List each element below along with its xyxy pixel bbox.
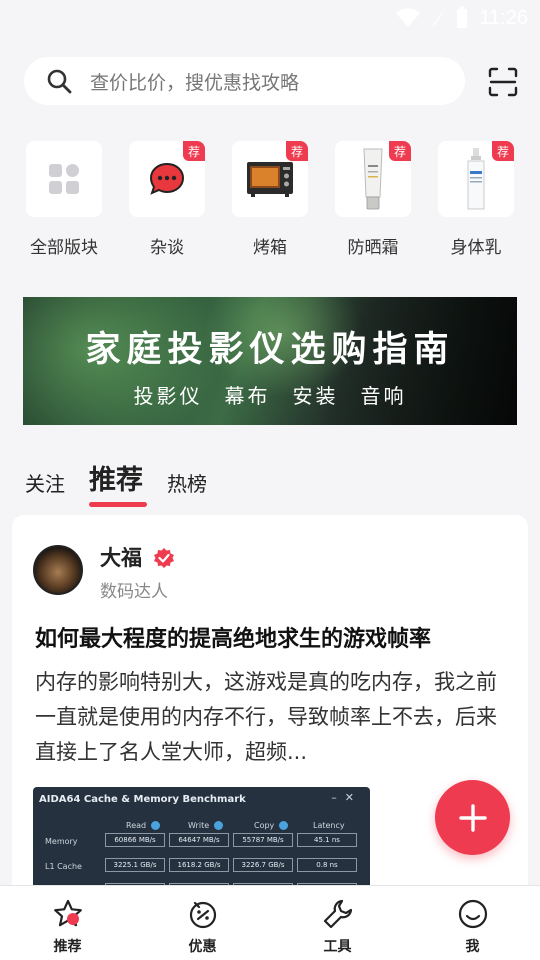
status-icons: 11:26: [395, 6, 528, 30]
avatar[interactable]: [33, 545, 83, 595]
smiley-icon: [458, 899, 487, 929]
active-tab-indicator: [89, 502, 147, 507]
no-signal-icon: [432, 11, 445, 27]
category-label: 身体乳: [450, 238, 502, 258]
category-tile: 荐: [232, 141, 308, 217]
category-body-lotion[interactable]: 荐 身体乳: [437, 141, 515, 258]
benchmark-column-header: Latency: [313, 821, 345, 830]
nav-item-me[interactable]: 我: [405, 886, 540, 960]
benchmark-cell: 3225.1 GB/s: [105, 858, 165, 872]
recommend-badge: 荐: [389, 141, 411, 161]
banner-tag: 音响: [360, 384, 407, 408]
author-name[interactable]: 大福: [100, 542, 142, 572]
bottom-nav: 推荐 优惠 工具 我: [0, 885, 540, 960]
chat-bubble-icon: [149, 162, 185, 195]
category-chat[interactable]: 荐 杂谈: [128, 141, 206, 258]
column-label: Write: [188, 821, 210, 830]
benchmark-cell: 0.8 ns: [297, 858, 357, 872]
nav-item-tools[interactable]: 工具: [270, 886, 405, 960]
benchmark-cell: 64647 MB/s: [169, 833, 229, 847]
benchmark-column-header: Read: [126, 821, 161, 830]
column-label: Latency: [313, 821, 345, 830]
category-tile: 荐: [129, 141, 205, 217]
info-icon: [151, 821, 161, 830]
wifi-icon: [396, 8, 421, 27]
info-icon: [279, 821, 289, 830]
search-placeholder: 查价比价，搜优惠找攻略: [90, 71, 300, 94]
tab-hot-list[interactable]: 热榜: [167, 468, 207, 497]
post-excerpt[interactable]: 内存的影响特别大，这游戏是真的吃内存，我之前一直就是使用的内存不行，导致帧率上不…: [35, 665, 505, 770]
create-post-button[interactable]: [435, 780, 510, 855]
search-row: 查价比价，搜优惠找攻略: [24, 57, 518, 105]
benchmark-cell: 3226.7 GB/s: [233, 858, 293, 872]
status-time: 11:26: [479, 6, 528, 29]
banner-tags: 投影仪 幕布 安装 音响: [23, 380, 517, 409]
benchmark-row-label: Memory: [45, 837, 78, 846]
promo-banner[interactable]: 家庭投影仪选购指南 投影仪 幕布 安装 音响: [23, 297, 517, 425]
post-title[interactable]: 如何最大程度的提高绝地求生的游戏帧率: [35, 621, 515, 653]
coupon-icon: [189, 901, 216, 929]
nav-label: 我: [465, 939, 480, 955]
feed-tabs: 关注 推荐 热榜: [25, 458, 231, 507]
author-role: 数码达人: [100, 582, 168, 602]
category-tile: 荐: [335, 141, 411, 217]
category-label: 全部版块: [30, 238, 98, 258]
nav-item-deals[interactable]: 优惠: [135, 886, 270, 960]
nav-label: 优惠: [188, 939, 217, 955]
banner-tag: 安装: [292, 384, 339, 408]
grid-icon: [49, 164, 79, 194]
benchmark-window-title: AIDA64 Cache & Memory Benchmark: [39, 794, 246, 805]
search-input[interactable]: 查价比价，搜优惠找攻略: [24, 57, 465, 105]
recommend-badge: 荐: [183, 141, 205, 161]
nav-item-recommend[interactable]: 推荐: [0, 886, 135, 960]
nav-label: 推荐: [53, 939, 82, 955]
oven-icon: [247, 162, 293, 197]
plus-icon: [458, 803, 487, 832]
category-all[interactable]: 全部版块: [25, 141, 103, 258]
tab-label: 推荐: [89, 465, 143, 496]
category-tile: 荐: [438, 141, 514, 217]
benchmark-cell: 1618.2 GB/s: [169, 858, 229, 872]
recommend-badge: 荐: [492, 141, 514, 161]
category-label: 烤箱: [253, 238, 287, 258]
category-oven[interactable]: 荐 烤箱: [231, 141, 309, 258]
category-tile: [26, 141, 102, 217]
wrench-icon: [323, 899, 352, 929]
nav-label: 工具: [323, 939, 352, 955]
tab-following[interactable]: 关注: [25, 468, 65, 497]
tab-recommended[interactable]: 推荐: [89, 458, 147, 507]
category-label: 防晒霜: [347, 238, 399, 258]
scan-icon[interactable]: [488, 67, 518, 97]
benchmark-column-header: Write: [188, 821, 224, 830]
status-bar: 11:26: [0, 0, 540, 40]
sunscreen-tube-icon: [363, 148, 383, 210]
search-icon: [47, 69, 72, 94]
verified-badge-icon: [154, 548, 174, 568]
category-shortcuts: 全部版块 荐 杂谈 荐 烤箱 荐 防晒霜 荐 身体乳: [25, 141, 515, 258]
benchmark-cell: 45.1 ns: [297, 833, 357, 847]
category-sunscreen[interactable]: 荐 防晒霜: [334, 141, 412, 258]
column-label: Read: [126, 821, 147, 830]
banner-title: 家庭投影仪选购指南: [85, 330, 455, 370]
benchmark-window-controls: –✕: [331, 791, 362, 804]
benchmark-row-label: L1 Cache: [45, 862, 82, 871]
recommend-badge: 荐: [286, 141, 308, 161]
post-image-benchmark[interactable]: AIDA64 Cache & Memory Benchmark –✕ Read …: [33, 787, 370, 895]
banner-tag: 幕布: [224, 384, 271, 408]
benchmark-cell: 55787 MB/s: [233, 833, 293, 847]
battery-icon: [457, 6, 468, 28]
category-label: 杂谈: [150, 238, 184, 258]
benchmark-cell: 60866 MB/s: [105, 833, 165, 847]
lotion-bottle-icon: [467, 148, 485, 210]
benchmark-column-header: Copy: [254, 821, 289, 830]
column-label: Copy: [254, 821, 275, 830]
star-icon: [53, 899, 82, 927]
info-icon: [214, 821, 224, 830]
banner-tag: 投影仪: [133, 384, 203, 408]
